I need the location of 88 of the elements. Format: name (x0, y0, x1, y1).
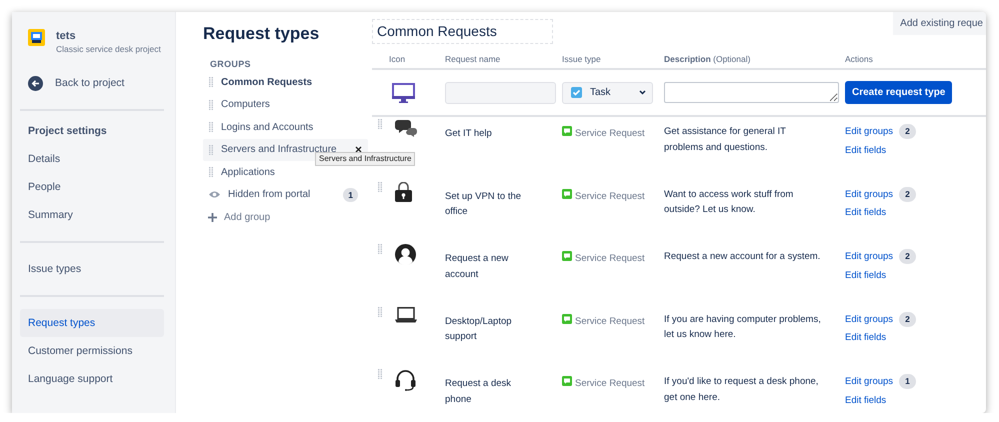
drag-handle-icon (378, 369, 382, 379)
issue-type-label: Service Request (575, 190, 645, 204)
eye-icon (209, 191, 220, 198)
request-description: Want to access work stuff from outside? Let us know. (664, 188, 794, 217)
service-request-icon (562, 126, 572, 136)
sidebar-item[interactable]: Summary (20, 201, 164, 229)
section-heading: Project settings (27, 124, 108, 139)
add-group-link[interactable]: Add group (224, 212, 270, 223)
group-item[interactable]: Common Requests (203, 71, 368, 94)
sidebar-item[interactable]: Issue types (20, 255, 164, 283)
description-field[interactable] (664, 82, 839, 103)
close-icon (355, 146, 362, 154)
issue-type-label: Service Request (575, 314, 645, 328)
group-title-field[interactable]: Common Requests (372, 19, 553, 44)
column-header: Actions (845, 54, 873, 64)
tooltip: Servers and Infrastructure (315, 152, 416, 166)
project-name: tets (56, 30, 77, 42)
group-count-badge: 2 (899, 186, 916, 202)
edit-groups-link[interactable]: Edit groups (845, 312, 894, 327)
request-name: Request a new account (445, 252, 510, 282)
plus-icon (208, 212, 217, 222)
drag-handle-icon (209, 144, 213, 155)
request-description: Request a new account for a system. (664, 250, 822, 264)
back-to-project-link[interactable]: Back to project (55, 77, 124, 89)
service-request-icon (562, 188, 572, 198)
request-description: Get assistance for general IT problems and questions. (664, 125, 787, 154)
edit-groups-link[interactable]: Edit groups (845, 249, 894, 264)
drag-handle-icon (378, 306, 382, 316)
sidebar-item[interactable]: Customer permissions (20, 337, 164, 365)
edit-fields-link[interactable]: Edit fields (845, 270, 886, 280)
person-icon (395, 244, 416, 265)
service-request-icon (562, 376, 572, 386)
laptop-icon (395, 306, 417, 322)
group-item[interactable]: Computers (203, 94, 368, 116)
create-request-type-button[interactable]: Create request type (845, 81, 952, 104)
edit-fields-link[interactable]: Edit fields (845, 394, 886, 406)
sidebar-item[interactable]: People (20, 173, 164, 201)
drag-handle-icon (209, 167, 213, 178)
count-badge: 1 (343, 188, 358, 202)
edit-groups-link[interactable]: Edit groups (845, 124, 894, 140)
service-request-icon (562, 314, 572, 324)
column-header: Icon (389, 54, 406, 64)
issue-type-select[interactable]: Task (562, 82, 653, 104)
column-header: Issue type (562, 54, 601, 64)
monitor-icon (392, 82, 415, 102)
issue-type-label: Service Request (575, 252, 645, 266)
group-count-badge: 2 (899, 312, 916, 327)
drag-handle-icon (378, 182, 382, 192)
edit-groups-link[interactable]: Edit groups (845, 374, 894, 390)
issue-type-label: Service Request (575, 127, 645, 141)
edit-fields-link[interactable]: Edit fields (845, 144, 886, 156)
sidebar-item[interactable]: Language support (20, 365, 164, 393)
drag-handle-icon (209, 77, 213, 88)
headset-icon (395, 369, 416, 391)
lock-icon (395, 182, 412, 202)
drag-handle-icon (378, 119, 382, 129)
sidebar-item[interactable]: Request types (20, 309, 164, 337)
request-name: Desktop/Laptop support (445, 314, 513, 344)
chat-bubbles-icon (395, 119, 417, 137)
page-title: Request types (203, 23, 320, 45)
edit-fields-link[interactable]: Edit fields (845, 207, 886, 218)
request-name: Set up VPN to the office (445, 190, 522, 219)
hidden-group-item[interactable]: Hidden from portal 1 (203, 184, 368, 206)
request-name: Request a desk phone (445, 377, 512, 406)
column-header: Request name (445, 54, 500, 64)
request-description: If you are having computer problems, let us know here. (664, 312, 822, 342)
group-count-badge: 2 (899, 124, 916, 140)
group-item[interactable]: Logins and Accounts (203, 116, 368, 138)
request-description: If you'd like to request a desk phone, get one here. (664, 375, 820, 404)
drag-handle-icon (209, 100, 213, 110)
edit-groups-link[interactable]: Edit groups (845, 186, 894, 202)
project-logo-icon (28, 29, 45, 46)
group-count-badge: 2 (899, 249, 916, 264)
column-header: Description (Optional) (664, 54, 750, 64)
issue-type-label: Service Request (575, 377, 645, 391)
sidebar-item[interactable]: Details (20, 145, 164, 173)
request-name-field[interactable] (445, 82, 556, 104)
add-existing-button[interactable]: Add existing reque (893, 12, 986, 35)
groups-heading: GROUPS (210, 59, 252, 71)
service-request-icon (562, 251, 572, 261)
chevron-down-icon (639, 90, 646, 95)
project-subtitle: Classic service desk project (56, 44, 161, 54)
request-name: Get IT help (445, 127, 493, 141)
group-count-badge: 1 (899, 374, 916, 390)
task-checkbox-icon (571, 87, 582, 98)
drag-handle-icon (209, 122, 213, 132)
edit-fields-link[interactable]: Edit fields (845, 332, 886, 343)
drag-handle-icon (378, 244, 382, 254)
